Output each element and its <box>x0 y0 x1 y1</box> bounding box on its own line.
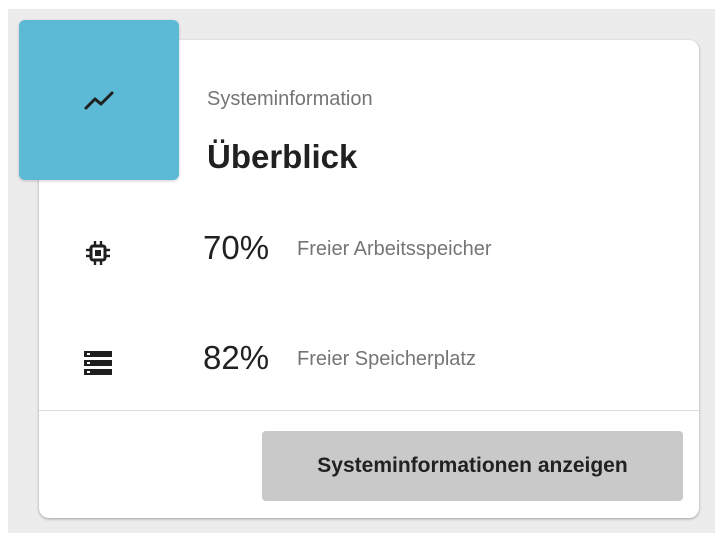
card-subtitle: Systeminformation <box>207 88 373 110</box>
free-memory-label: Freier Arbeitsspeicher <box>297 238 492 260</box>
card-divider <box>39 410 699 411</box>
free-memory-value: 70% <box>203 229 270 266</box>
header-icon-tile <box>19 20 179 180</box>
trending-up-icon <box>84 91 114 110</box>
storage-icon <box>84 351 112 375</box>
free-storage-label: Freier Speicherplatz <box>297 348 476 370</box>
chip-icon <box>86 241 110 265</box>
free-storage-value: 82% <box>203 339 270 376</box>
show-system-info-button[interactable]: Systeminformationen anzeigen <box>262 431 683 501</box>
card-title: Überblick <box>207 138 358 175</box>
